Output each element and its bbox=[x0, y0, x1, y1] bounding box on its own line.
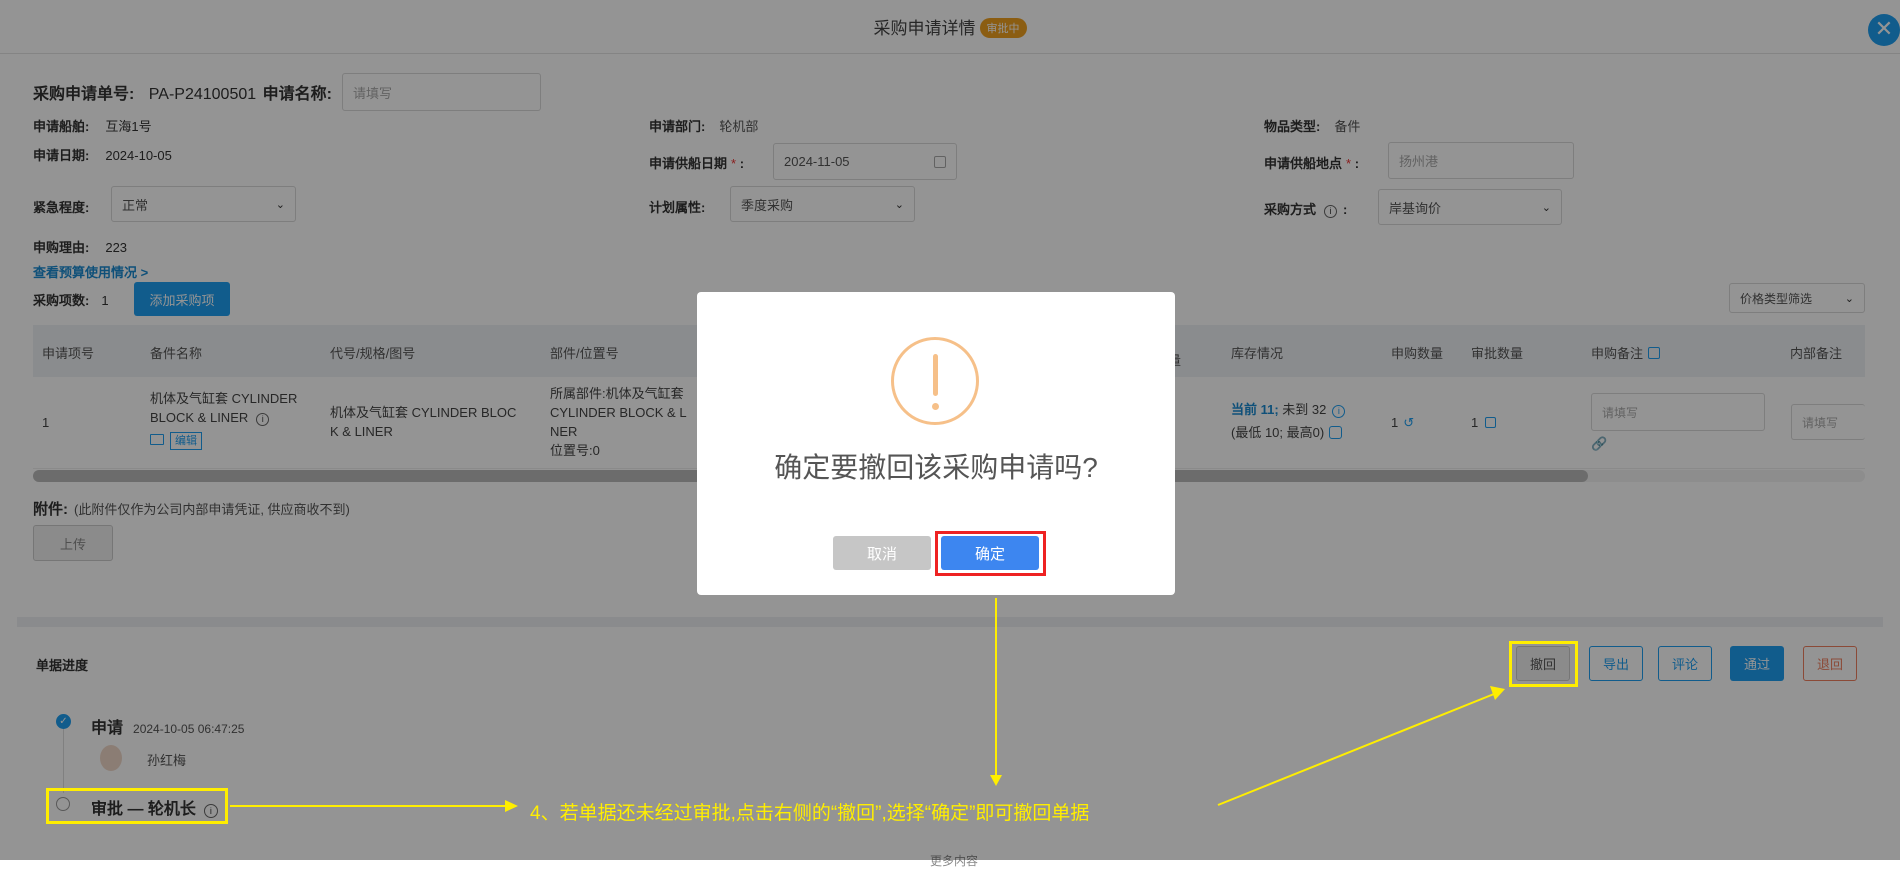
annotation-text: 4、若单据还未经过审批,点击右侧的“撤回”,选择“确定”即可撤回单据 bbox=[530, 803, 1090, 824]
annotation-arrows bbox=[230, 598, 1505, 812]
